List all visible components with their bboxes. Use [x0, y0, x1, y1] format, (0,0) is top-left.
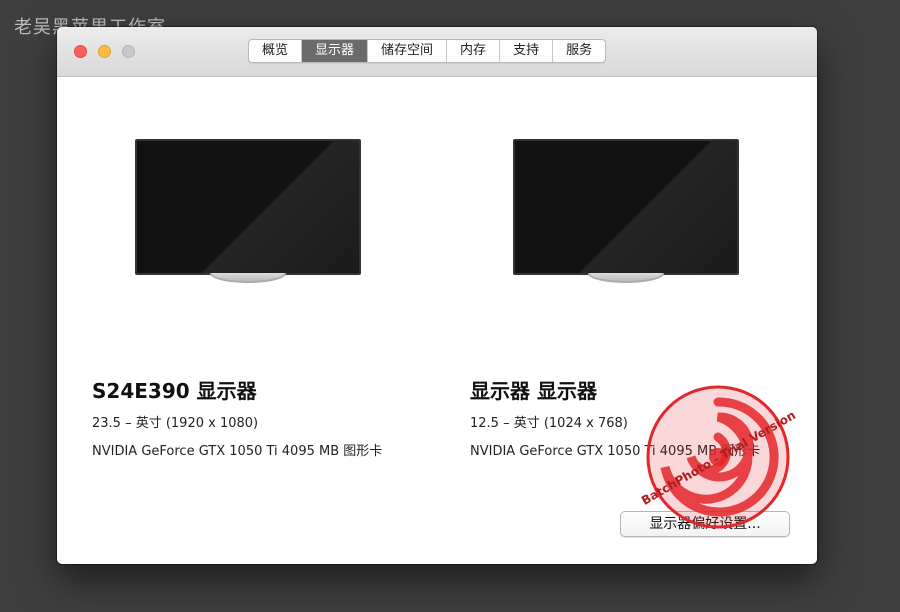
minimize-button[interactable]: [98, 45, 111, 58]
display-graphics: NVIDIA GeForce GTX 1050 Ti 4095 MB 图形卡: [470, 444, 761, 459]
tab-service[interactable]: 服务: [553, 40, 605, 62]
close-button[interactable]: [74, 45, 87, 58]
display-size: 12.5 – 英寸 (1024 x 768): [470, 416, 628, 431]
monitor-screen: [135, 139, 361, 275]
monitor-screen: [513, 139, 739, 275]
display-panel-1: S24E390 显示器 23.5 – 英寸 (1920 x 1080) NVID…: [92, 77, 422, 497]
tab-support[interactable]: 支持: [500, 40, 554, 62]
tab-overview[interactable]: 概览: [249, 40, 303, 62]
monitor-icon: [135, 139, 361, 283]
about-this-mac-window: 概览 显示器 储存空间 内存 支持 服务 S24E390 显示器 23.5 – …: [57, 27, 817, 564]
tab-storage[interactable]: 储存空间: [368, 40, 448, 62]
display-size: 23.5 – 英寸 (1920 x 1080): [92, 416, 259, 431]
monitor-stand: [588, 273, 664, 283]
tab-displays[interactable]: 显示器: [302, 40, 369, 62]
zoom-button[interactable]: [122, 45, 135, 58]
tab-memory[interactable]: 内存: [447, 40, 501, 62]
tab-bar: 概览 显示器 储存空间 内存 支持 服务: [248, 39, 607, 63]
display-preferences-button[interactable]: 显示器偏好设置...: [620, 511, 790, 537]
display-name: 显示器 显示器: [470, 379, 597, 403]
display-name: S24E390 显示器: [92, 379, 257, 403]
display-graphics: NVIDIA GeForce GTX 1050 Ti 4095 MB 图形卡: [92, 444, 383, 459]
monitor-stand: [210, 273, 286, 283]
title-bar: 概览 显示器 储存空间 内存 支持 服务: [57, 27, 817, 77]
display-panel-2: 显示器 显示器 12.5 – 英寸 (1024 x 768) NVIDIA Ge…: [470, 77, 800, 497]
monitor-icon: [513, 139, 739, 283]
